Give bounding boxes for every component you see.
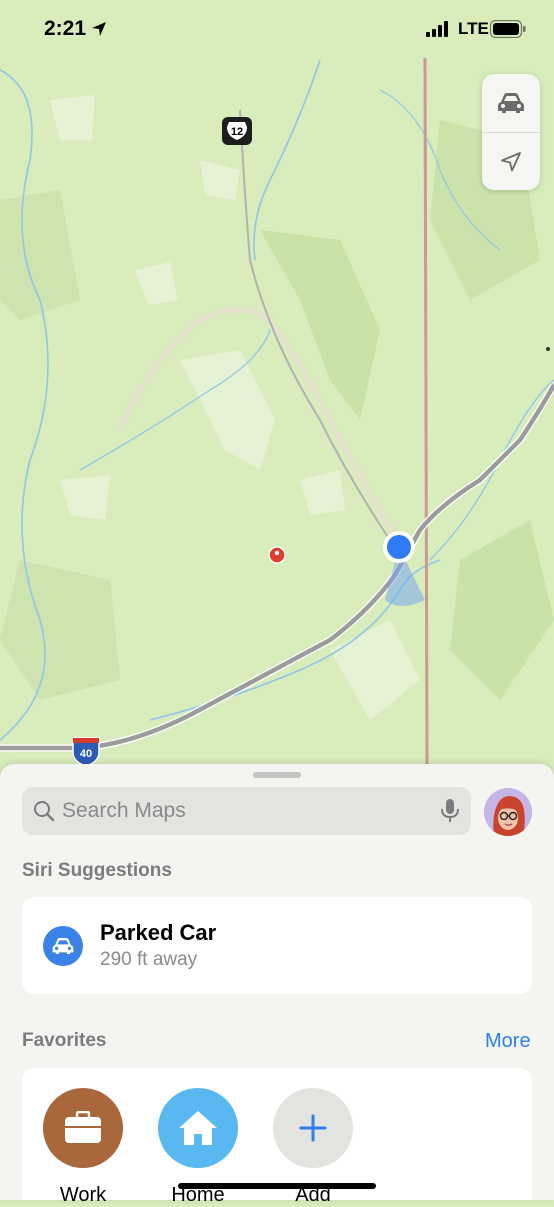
battery-icon — [490, 20, 526, 38]
route-12-label: 12 — [231, 126, 243, 138]
route-12-shield[interactable]: 12 — [222, 117, 252, 145]
cellular-signal-icon — [426, 21, 448, 37]
user-location-dot[interactable] — [387, 535, 411, 559]
parked-car-badge — [43, 926, 83, 966]
interstate-40-label: 40 — [80, 748, 92, 760]
car-icon — [52, 938, 74, 954]
network-type: LTE — [458, 19, 489, 38]
map-mode-button[interactable] — [482, 74, 540, 132]
home-favorite-button[interactable] — [158, 1088, 238, 1168]
work-favorite-button[interactable] — [43, 1088, 123, 1168]
state-boundary — [423, 57, 429, 771]
house-icon — [179, 1111, 217, 1145]
memoji-avatar-icon — [484, 788, 532, 836]
favorites-heading: Favorites — [22, 1030, 107, 1051]
work-favorite-label: Work — [59, 1184, 107, 1206]
sheet-grabber[interactable] — [253, 772, 301, 778]
search-bar[interactable]: Search Maps — [22, 787, 471, 835]
favorites-more-link[interactable]: More — [485, 1030, 531, 1053]
location-arrow-icon — [501, 152, 521, 172]
profile-avatar[interactable] — [484, 788, 532, 836]
status-time: 2:21 — [44, 17, 87, 40]
search-icon — [34, 801, 55, 822]
search-placeholder[interactable]: Search Maps — [62, 799, 186, 823]
current-location-button[interactable] — [482, 132, 540, 191]
status-bar: 2:21 LTE — [0, 0, 554, 62]
red-pin-icon[interactable] — [268, 546, 286, 564]
favorites-card: Work Home Add — [22, 1068, 532, 1206]
map-controls — [482, 74, 540, 190]
map-view[interactable]: 12 40 — [0, 0, 554, 800]
parked-car-suggestion[interactable]: Parked Car 290 ft away — [22, 897, 532, 994]
microphone-icon[interactable] — [440, 798, 460, 824]
interstate-40-shield[interactable]: 40 — [72, 737, 100, 767]
home-indicator[interactable] — [178, 1183, 376, 1189]
suggestion-title: Parked Car — [100, 920, 217, 945]
bottom-sheet[interactable]: Search Maps Siri Suggestions Parked Car … — [0, 764, 554, 1206]
car-icon — [498, 93, 524, 113]
siri-suggestions-heading: Siri Suggestions — [22, 860, 172, 881]
suggestion-subtitle: 290 ft away — [100, 949, 198, 970]
plus-icon — [299, 1114, 327, 1142]
add-favorite-button[interactable] — [273, 1088, 353, 1168]
location-services-icon — [92, 22, 106, 36]
map-poi-dot — [546, 347, 550, 351]
briefcase-icon — [65, 1111, 101, 1143]
